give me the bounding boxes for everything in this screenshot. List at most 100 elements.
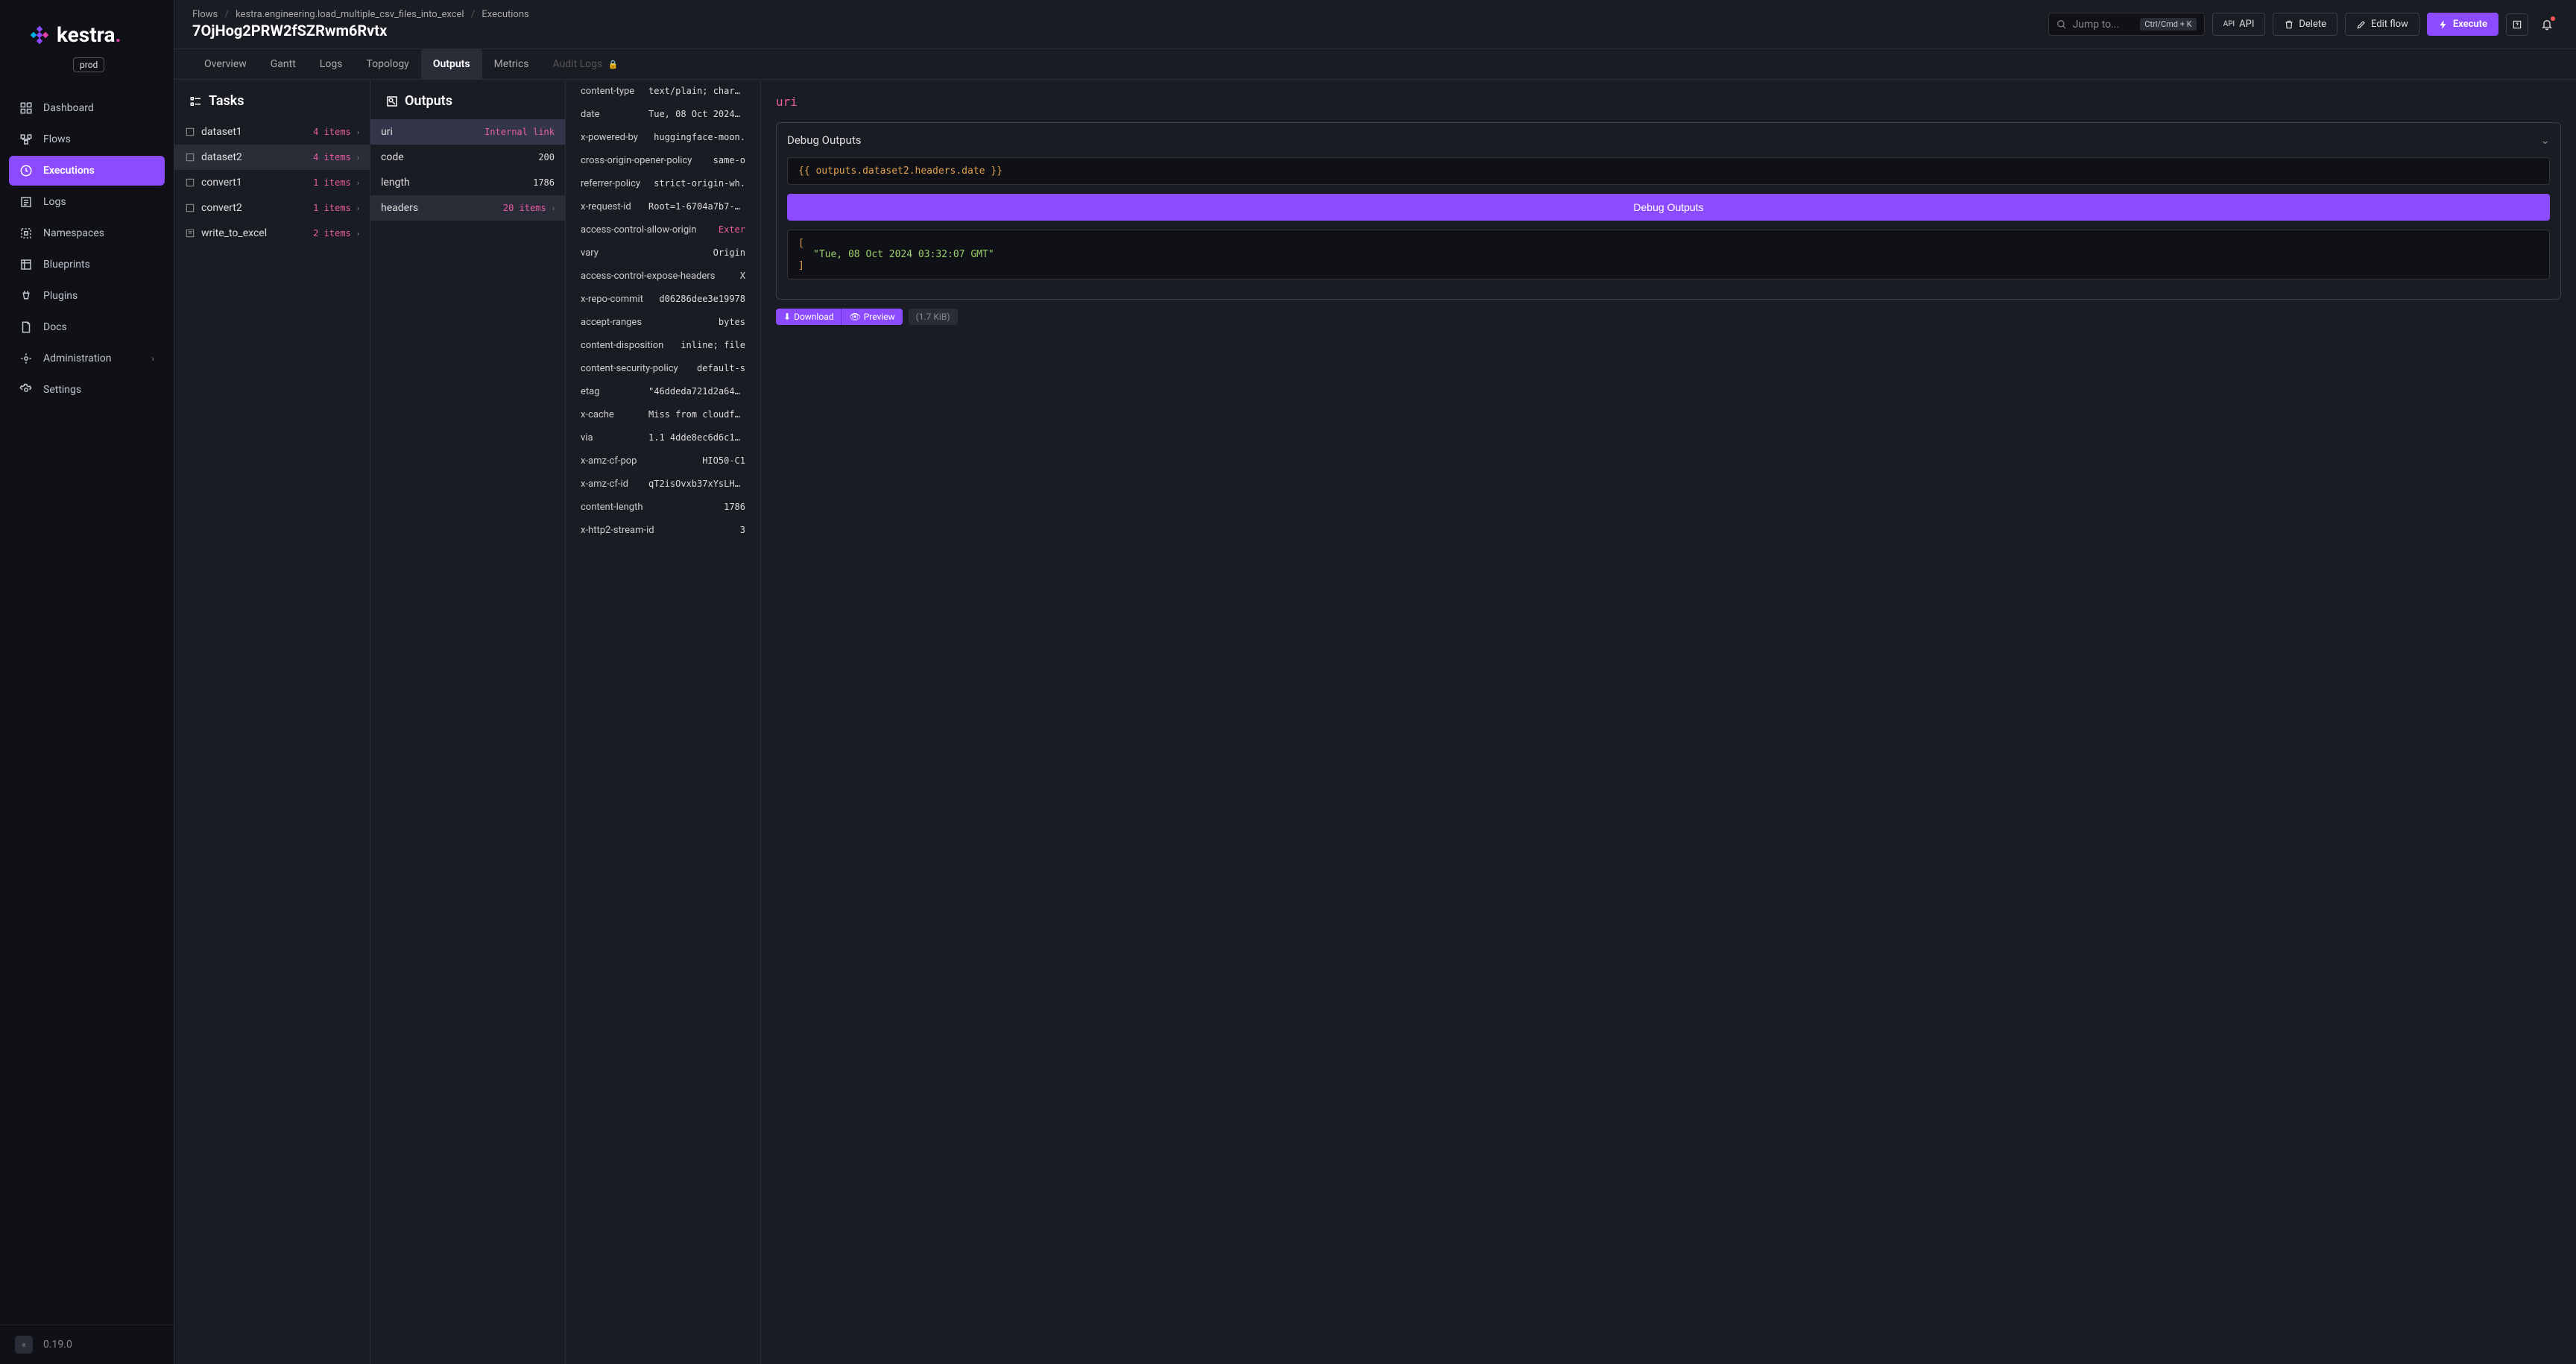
env-badge: prod [73, 57, 104, 72]
header-value: strict-origin-wh. [654, 178, 745, 189]
task-row[interactable]: convert2 1 items › [174, 195, 370, 221]
size-badge: (1.7 KiB) [909, 309, 958, 325]
nav-executions[interactable]: Executions [9, 156, 165, 186]
nav-docs[interactable]: Docs [9, 312, 165, 342]
expression-input[interactable]: {{ outputs.dataset2.headers.date }} [787, 157, 2550, 185]
executions-icon [19, 164, 33, 177]
nav-settings[interactable]: Settings [9, 375, 165, 405]
header-value: default-s [697, 363, 745, 374]
tab-overview[interactable]: Overview [192, 49, 259, 79]
tab-topology[interactable]: Topology [354, 49, 420, 79]
header-value: X [740, 271, 745, 282]
header-row[interactable]: dateTue, 08 Oct 2024... [566, 103, 760, 126]
debug-card: Debug Outputs ⌄ {{ outputs.dataset2.head… [776, 122, 2561, 300]
nav-label: Logs [43, 196, 66, 208]
edit-flow-button[interactable]: Edit flow [2345, 13, 2419, 36]
search-placeholder: Jump to... [2073, 19, 2135, 31]
nav-blueprints[interactable]: Blueprints [9, 250, 165, 280]
nav-flows[interactable]: Flows [9, 124, 165, 154]
breadcrumb-part[interactable]: Executions [482, 9, 528, 20]
nav-logs[interactable]: Logs [9, 187, 165, 217]
logs-icon [19, 195, 33, 209]
execute-button[interactable]: Execute [2427, 13, 2498, 36]
task-row[interactable]: write_to_excel 2 items › [174, 221, 370, 246]
nav-label: Administration [43, 353, 111, 364]
breadcrumb-part[interactable]: Flows [192, 9, 218, 20]
bolt-icon [2438, 19, 2449, 30]
debug-column: uri Debug Outputs ⌄ {{ outputs.dataset2.… [761, 80, 2576, 1364]
delete-button[interactable]: Delete [2273, 13, 2337, 36]
nav-dashboard[interactable]: Dashboard [9, 93, 165, 123]
preview-button[interactable]: 👁 Preview [841, 309, 902, 325]
tab-logs[interactable]: Logs [308, 49, 355, 79]
output-row[interactable]: code 200 [370, 145, 565, 170]
api-button[interactable]: API API [2212, 13, 2266, 36]
outputs-column: Outputs uri Internal link code 200 lengt… [370, 80, 566, 1364]
header-row[interactable]: x-amz-cf-popHIO50-C1 [566, 449, 760, 473]
output-name: length [381, 177, 527, 189]
output-meta: 1786 [533, 177, 555, 188]
notification-dot [2551, 16, 2555, 21]
output-row[interactable]: uri Internal link [370, 119, 565, 145]
breadcrumb-part[interactable]: kestra.engineering.load_multiple_csv_fil… [236, 9, 464, 20]
debug-title: uri [776, 95, 2561, 109]
output-row[interactable]: headers 20 items › [370, 195, 565, 221]
version-label: 0.19.0 [43, 1339, 72, 1351]
debug-card-header[interactable]: Debug Outputs ⌄ [787, 133, 2550, 147]
download-button[interactable]: ⬇ Download [776, 309, 841, 325]
output-row[interactable]: length 1786 [370, 170, 565, 195]
debug-outputs-button[interactable]: Debug Outputs [787, 194, 2550, 221]
task-row[interactable]: dataset2 4 items › [174, 145, 370, 170]
outputs-header: Outputs [370, 80, 565, 119]
header-row[interactable]: accept-rangesbytes [566, 311, 760, 334]
header-row[interactable]: content-security-policy default-s [566, 357, 760, 380]
header-row[interactable]: x-cacheMiss from cloudf... [566, 403, 760, 426]
button-label: Edit flow [2371, 19, 2408, 30]
header-value: Origin [713, 247, 745, 259]
header-row[interactable]: etag"46ddeda721d2a64... [566, 380, 760, 403]
pill-label: Preview [864, 312, 895, 322]
header-row[interactable]: access-control-allow-originExter [566, 218, 760, 241]
header-row[interactable]: x-http2-stream-id3 [566, 519, 760, 542]
chevron-right-icon: › [357, 127, 359, 137]
search-kbd: Ctrl/Cmd + K [2140, 18, 2196, 31]
task-row[interactable]: convert1 1 items › [174, 170, 370, 195]
nav-administration[interactable]: Administration › [9, 344, 165, 373]
collapse-sidebar-button[interactable]: « [15, 1336, 33, 1354]
header-key: content-length [581, 502, 643, 513]
search-input[interactable]: Jump to... Ctrl/Cmd + K [2048, 13, 2205, 36]
header-value: bytes [719, 317, 745, 328]
header-row[interactable]: x-repo-commitd06286dee3e19978 [566, 288, 760, 311]
header-row[interactable]: content-dispositioninline; file [566, 334, 760, 357]
task-row[interactable]: dataset1 4 items › [174, 119, 370, 145]
header-key: access-control-expose-headers [581, 271, 715, 282]
header-row[interactable]: varyOrigin [566, 241, 760, 265]
logo[interactable]: kestra. [0, 0, 174, 54]
nav-plugins[interactable]: Plugins [9, 281, 165, 311]
nav-namespaces[interactable]: Namespaces [9, 218, 165, 248]
nav-label: Flows [43, 133, 71, 145]
notifications-button[interactable] [2536, 13, 2558, 36]
header-key: x-request-id [581, 201, 631, 212]
chevron-right-icon: › [357, 203, 359, 213]
header-row[interactable]: cross-origin-opener-policysame-o [566, 149, 760, 172]
tab-gantt[interactable]: Gantt [259, 49, 308, 79]
header-row[interactable]: via1.1 4dde8ec6d6c1... [566, 426, 760, 449]
tab-metrics[interactable]: Metrics [482, 49, 541, 79]
sidebar-footer: « 0.19.0 [0, 1324, 174, 1364]
nav-label: Settings [43, 384, 81, 396]
header-row[interactable]: referrer-policy strict-origin-wh. [566, 172, 760, 195]
header-row[interactable]: content-length1786 [566, 496, 760, 519]
header-row[interactable]: content-typetext/plain; char.. [566, 80, 760, 103]
header-row[interactable]: x-amz-cf-idqT2isOvxb37xYsLH... [566, 473, 760, 496]
nav-label: Executions [43, 165, 95, 177]
header-row[interactable]: x-request-id Root=1-6704a7b7-... [566, 195, 760, 218]
header-value: HIO50-C1 [702, 455, 745, 467]
header-key: content-security-policy [581, 363, 678, 374]
header-row[interactable]: access-control-expose-headers X [566, 265, 760, 288]
help-button[interactable] [2506, 13, 2528, 36]
header-value: Root=1-6704a7b7-... [648, 201, 745, 212]
tab-outputs[interactable]: Outputs [421, 49, 482, 79]
header-row[interactable]: x-powered-byhuggingface-moon. [566, 126, 760, 149]
header-key: referrer-policy [581, 178, 640, 189]
